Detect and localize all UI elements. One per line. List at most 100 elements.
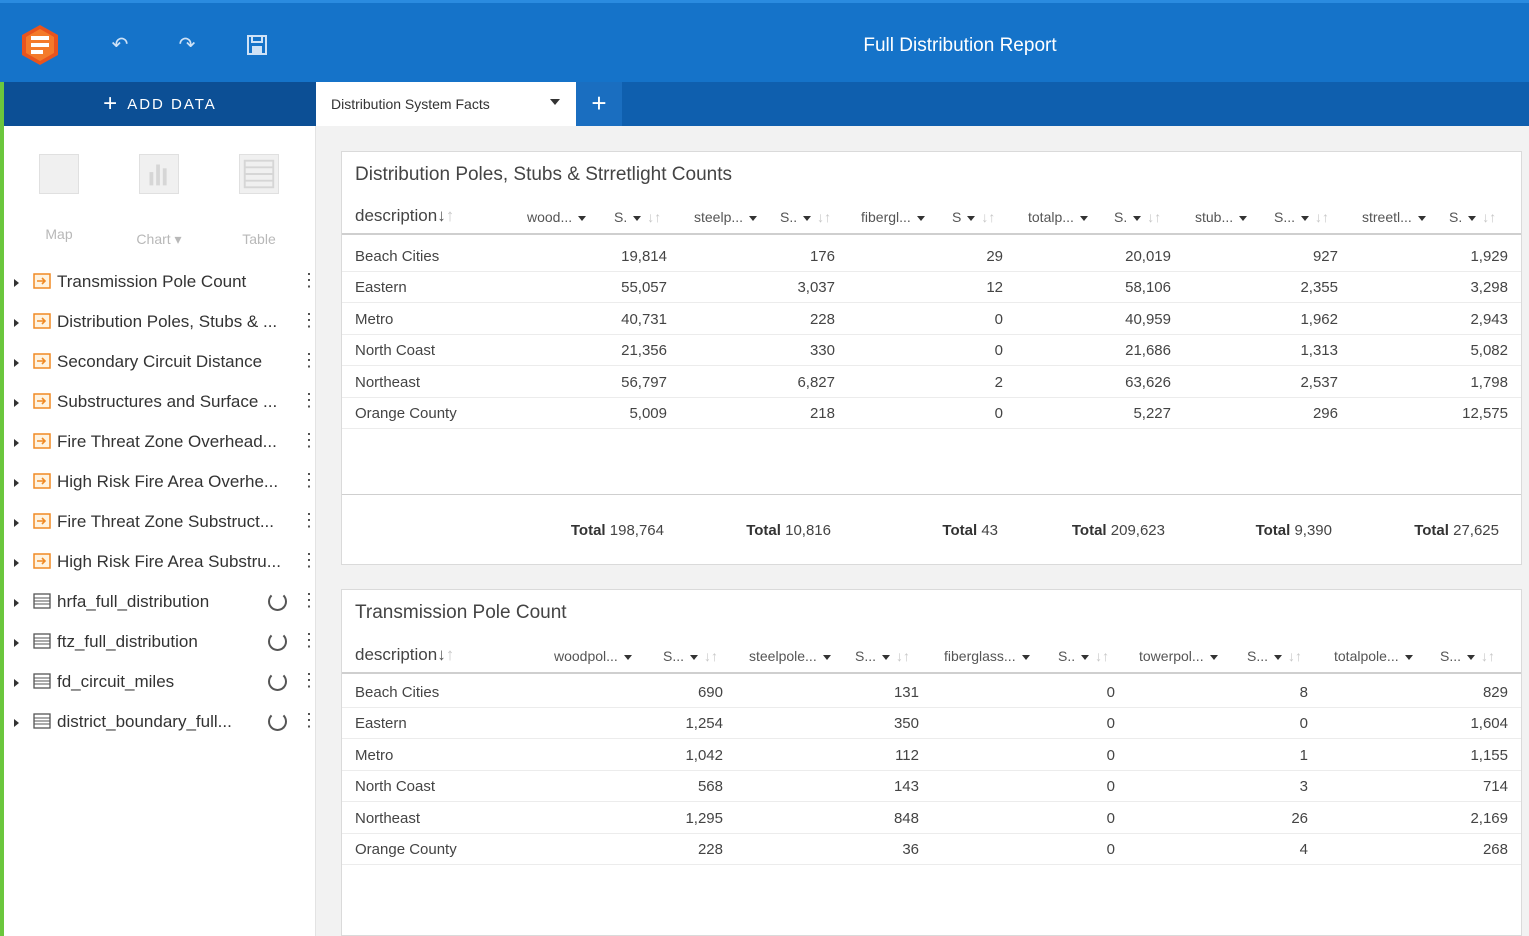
sort-icon[interactable]: ↓↑ <box>896 648 910 664</box>
chevron-down-icon[interactable] <box>690 654 699 660</box>
more-options-icon[interactable]: ⋮ <box>300 710 318 730</box>
add-data-button[interactable]: + ADD DATA <box>4 82 316 126</box>
statistic-header[interactable]: S... ↓↑ <box>855 648 910 664</box>
sort-descending-icon[interactable]: ↓ <box>437 206 446 225</box>
refresh-icon[interactable] <box>268 712 287 731</box>
dataset-item[interactable]: fd_circuit_miles ⋮ <box>4 662 318 702</box>
more-options-icon[interactable]: ⋮ <box>300 670 318 690</box>
chevron-down-icon[interactable] <box>882 654 891 660</box>
sort-icon[interactable]: ↓↑ <box>981 209 995 225</box>
table-row[interactable]: Beach Cities 19,814 176 29 20,019 927 1,929 <box>342 241 1521 272</box>
table-row[interactable]: Northeast 56,797 6,827 2 63,626 2,537 1,798 <box>342 367 1521 398</box>
sort-descending-icon[interactable]: ↓ <box>437 645 446 664</box>
expand-arrow-icon[interactable] <box>14 679 19 687</box>
expand-arrow-icon[interactable] <box>14 319 19 327</box>
dataset-item[interactable]: Substructures and Surface ... ⋮ <box>4 382 318 422</box>
more-options-icon[interactable]: ⋮ <box>300 510 318 530</box>
dataset-item[interactable]: district_boundary_full... ⋮ <box>4 702 318 742</box>
sort-icon[interactable]: ↓↑ <box>1147 209 1161 225</box>
add-page-button[interactable]: + <box>576 82 622 126</box>
column-header[interactable]: totalp... <box>1028 209 1088 225</box>
sort-icon[interactable]: ↓↑ <box>704 648 718 664</box>
sort-icon[interactable]: ↓↑ <box>817 209 831 225</box>
chevron-down-icon[interactable] <box>967 215 976 221</box>
save-icon[interactable] <box>245 33 269 57</box>
undo-icon[interactable]: ↶ <box>108 33 132 57</box>
more-options-icon[interactable]: ⋮ <box>300 550 318 570</box>
statistic-header[interactable]: S.. ↓↑ <box>780 209 831 225</box>
chevron-down-icon[interactable] <box>633 215 642 221</box>
table-row[interactable]: Orange County 5,009 218 0 5,227 296 12,575 <box>342 398 1521 429</box>
transmission-pole-table-card[interactable]: Transmission Pole Count description↓↑ woo… <box>341 589 1522 936</box>
column-header[interactable]: steelp... <box>694 209 758 225</box>
statistic-header[interactable]: S... ↓↑ <box>1247 648 1302 664</box>
statistic-header[interactable]: S... ↓↑ <box>1274 209 1329 225</box>
more-options-icon[interactable]: ⋮ <box>300 430 318 450</box>
chevron-down-icon[interactable] <box>1274 654 1283 660</box>
description-header[interactable]: description↓↑ <box>355 645 454 665</box>
expand-arrow-icon[interactable] <box>14 279 19 287</box>
dataset-item[interactable]: High Risk Fire Area Substru... ⋮ <box>4 542 318 582</box>
chevron-down-icon[interactable] <box>1081 654 1090 660</box>
sort-icon[interactable]: ↓↑ <box>1315 209 1329 225</box>
more-options-icon[interactable]: ⋮ <box>300 270 318 290</box>
expand-arrow-icon[interactable] <box>14 599 19 607</box>
expand-arrow-icon[interactable] <box>14 559 19 567</box>
expand-arrow-icon[interactable] <box>14 479 19 487</box>
dataset-item[interactable]: ftz_full_distribution ⋮ <box>4 622 318 662</box>
dataset-item[interactable]: Fire Threat Zone Overhead... ⋮ <box>4 422 318 462</box>
column-header[interactable]: towerpol... <box>1139 648 1218 664</box>
chevron-down-icon[interactable] <box>1133 215 1142 221</box>
map-button[interactable]: Map <box>24 154 94 242</box>
chart-button[interactable]: Chart ▾ <box>124 154 194 248</box>
expand-arrow-icon[interactable] <box>14 399 19 407</box>
expand-arrow-icon[interactable] <box>14 639 19 647</box>
column-header[interactable]: woodpol... <box>554 648 632 664</box>
statistic-header[interactable]: S... ↓↑ <box>1440 648 1495 664</box>
chevron-down-icon[interactable] <box>578 215 587 221</box>
table-row[interactable]: Metro 40,731 228 0 40,959 1,962 2,943 <box>342 304 1521 335</box>
sort-ascending-icon[interactable]: ↑ <box>446 206 455 225</box>
column-header[interactable]: fibergl... <box>861 209 925 225</box>
sort-icon[interactable]: ↓↑ <box>647 209 661 225</box>
chevron-down-icon[interactable] <box>1079 215 1088 221</box>
insights-logo-icon[interactable] <box>20 23 60 67</box>
chevron-down-icon[interactable] <box>1209 654 1218 660</box>
chevron-down-icon[interactable] <box>1021 654 1030 660</box>
more-options-icon[interactable]: ⋮ <box>300 470 318 490</box>
column-header[interactable]: fiberglass... <box>944 648 1030 664</box>
sort-icon[interactable]: ↓↑ <box>1482 209 1496 225</box>
description-header[interactable]: description↓↑ <box>355 206 454 226</box>
more-options-icon[interactable]: ⋮ <box>300 630 318 650</box>
more-options-icon[interactable]: ⋮ <box>300 390 318 410</box>
chevron-down-icon[interactable] <box>1404 654 1413 660</box>
expand-arrow-icon[interactable] <box>14 519 19 527</box>
more-options-icon[interactable]: ⋮ <box>300 590 318 610</box>
table-row[interactable]: North Coast 568 143 0 3 714 <box>342 771 1521 803</box>
table-row[interactable]: Northeast 1,295 848 0 26 2,169 <box>342 803 1521 834</box>
tab-distribution-system-facts[interactable]: Distribution System Facts <box>316 82 576 126</box>
refresh-icon[interactable] <box>268 632 287 651</box>
dataset-item[interactable]: Transmission Pole Count ⋮ <box>4 262 318 302</box>
statistic-header[interactable]: S. ↓↑ <box>1449 209 1496 225</box>
table-row[interactable]: Orange County 228 36 0 4 268 <box>342 834 1521 865</box>
chevron-down-icon[interactable] <box>803 215 812 221</box>
table-row[interactable]: Beach Cities 690 131 0 8 829 <box>342 677 1521 708</box>
dataset-item[interactable]: Distribution Poles, Stubs & ... ⋮ <box>4 302 318 342</box>
sort-icon[interactable]: ↓↑ <box>1288 648 1302 664</box>
sort-ascending-icon[interactable]: ↑ <box>446 645 455 664</box>
sort-icon[interactable]: ↓↑ <box>1095 648 1109 664</box>
table-row[interactable]: Metro 1,042 112 0 1 1,155 <box>342 740 1521 771</box>
dataset-item[interactable]: High Risk Fire Area Overhe... ⋮ <box>4 462 318 502</box>
column-header[interactable]: wood... <box>527 209 587 225</box>
more-options-icon[interactable]: ⋮ <box>300 350 318 370</box>
column-header[interactable]: steelpole... <box>749 648 831 664</box>
expand-arrow-icon[interactable] <box>14 359 19 367</box>
table-row[interactable]: Eastern 55,057 3,037 12 58,106 2,355 3,298 <box>342 272 1521 304</box>
statistic-header[interactable]: S ↓↑ <box>952 209 995 225</box>
expand-arrow-icon[interactable] <box>14 439 19 447</box>
table-row[interactable]: Eastern 1,254 350 0 0 1,604 <box>342 708 1521 740</box>
statistic-header[interactable]: S... ↓↑ <box>663 648 718 664</box>
refresh-icon[interactable] <box>268 672 287 691</box>
statistic-header[interactable]: S. ↓↑ <box>1114 209 1161 225</box>
